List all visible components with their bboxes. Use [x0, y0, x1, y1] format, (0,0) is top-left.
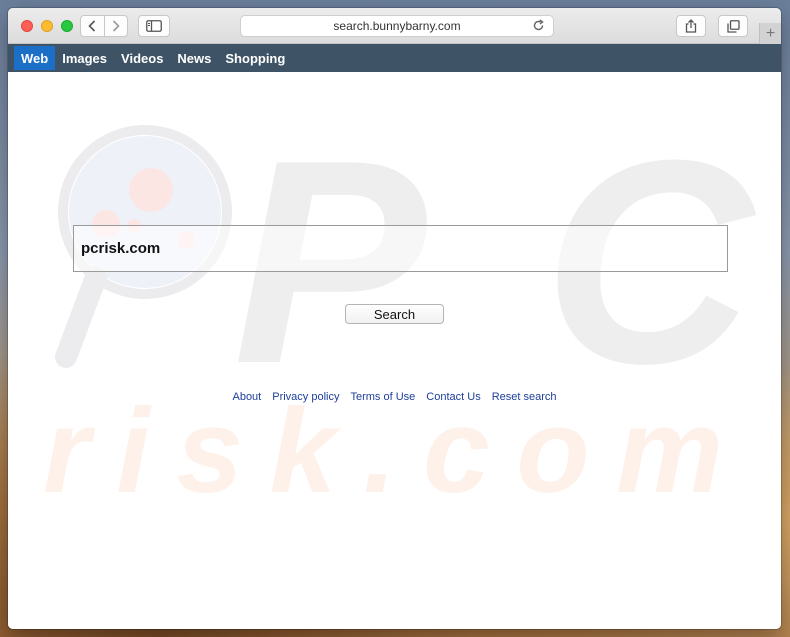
nav-tab-news[interactable]: News [170, 44, 218, 72]
history-nav-group [80, 15, 128, 37]
sidebar-icon [146, 20, 162, 32]
page-content: PC risk.com Search About Privacy policy … [8, 72, 781, 629]
plus-icon: + [765, 25, 776, 42]
search-input[interactable] [73, 225, 728, 272]
reload-button[interactable] [532, 19, 545, 35]
minimize-window-button[interactable] [41, 20, 53, 32]
new-tab-button[interactable]: + [759, 23, 781, 45]
pcrisk-watermark: PC risk.com [43, 100, 757, 518]
back-arrow-icon [88, 20, 96, 32]
footer-links: About Privacy policy Terms of Use Contac… [8, 391, 781, 403]
address-bar-url: search.bunnybarny.com [333, 19, 461, 33]
footer-link-reset-search[interactable]: Reset search [492, 391, 557, 403]
zoom-window-button[interactable] [61, 20, 73, 32]
search-category-nav: Web Images Videos News Shopping [8, 44, 781, 72]
footer-link-privacy-policy[interactable]: Privacy policy [272, 391, 339, 403]
tabs-icon [726, 19, 740, 33]
browser-toolbar: search.bunnybarny.com + [8, 8, 781, 45]
forward-arrow-icon [112, 20, 120, 32]
nav-tab-web[interactable]: Web [14, 46, 56, 70]
watermark-risk-text: risk.com [43, 384, 723, 518]
footer-link-terms-of-use[interactable]: Terms of Use [350, 391, 415, 403]
footer-link-contact-us[interactable]: Contact Us [426, 391, 480, 403]
nav-tab-shopping[interactable]: Shopping [218, 44, 292, 72]
share-icon [685, 19, 697, 33]
back-button[interactable] [81, 16, 104, 36]
nav-tab-videos[interactable]: Videos [114, 44, 170, 72]
nav-tab-images[interactable]: Images [55, 44, 114, 72]
close-window-button[interactable] [21, 20, 33, 32]
sidebar-toggle-button[interactable] [138, 15, 170, 37]
search-button[interactable]: Search [345, 304, 444, 324]
address-bar[interactable]: search.bunnybarny.com [240, 15, 554, 37]
tab-overview-button[interactable] [718, 15, 748, 37]
browser-window: search.bunnybarny.com + Web Images Video… [8, 8, 781, 629]
forward-button[interactable] [105, 16, 128, 36]
footer-link-about[interactable]: About [232, 391, 261, 403]
reload-icon [533, 19, 544, 31]
share-button[interactable] [676, 15, 706, 37]
